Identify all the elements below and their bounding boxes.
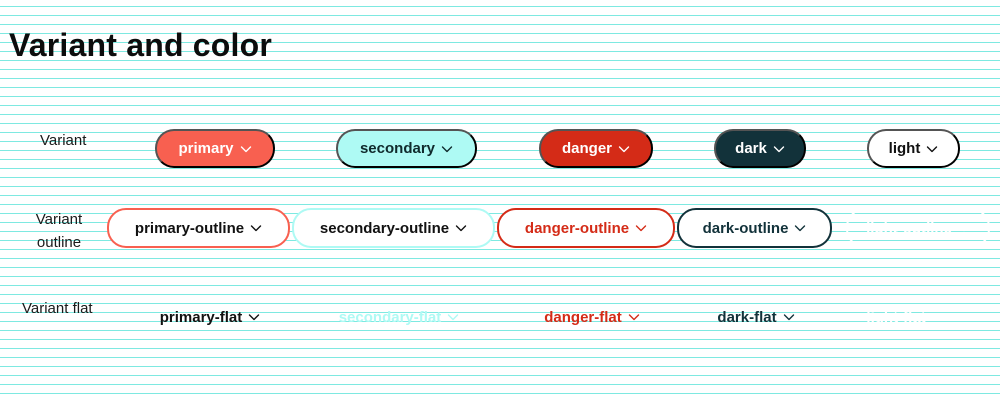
- secondary-flat-dropdown-button[interactable]: secondary-flat: [330, 304, 468, 330]
- chevron-down-icon: [932, 311, 944, 323]
- page-title: Variant and color: [9, 27, 273, 63]
- danger-flat-dropdown-button[interactable]: danger-flat: [530, 304, 654, 330]
- primary-dropdown-button[interactable]: primary: [155, 129, 275, 168]
- chevron-down-icon: [240, 143, 252, 155]
- chevron-down-icon: [926, 143, 938, 155]
- button-label: secondary-flat: [338, 308, 442, 326]
- chevron-down-icon: [441, 143, 453, 155]
- chevron-down-icon: [455, 222, 467, 234]
- button-label: dark: [735, 140, 767, 157]
- dark-flat-dropdown-button[interactable]: dark-flat: [706, 304, 806, 330]
- button-label: secondary-outline: [319, 219, 450, 237]
- chevron-down-icon: [783, 311, 795, 323]
- row-label-variant: Variant: [40, 132, 87, 149]
- chevron-down-icon: [250, 222, 262, 234]
- chevron-down-icon: [618, 143, 630, 155]
- button-label: secondary: [359, 140, 436, 157]
- danger-outline-dropdown-button[interactable]: danger-outline: [497, 208, 675, 248]
- row-label-variant-flat: Variant flat: [22, 300, 93, 317]
- primary-flat-dropdown-button[interactable]: primary-flat: [145, 304, 275, 330]
- light-outline-dropdown-button[interactable]: light-outline: [846, 208, 990, 248]
- chevron-down-icon: [958, 222, 970, 234]
- button-label: light-outline: [866, 219, 952, 237]
- chevron-down-icon: [628, 311, 640, 323]
- button-label: light-flat: [866, 308, 926, 326]
- button-label: danger-flat: [544, 308, 622, 326]
- button-label: primary: [178, 140, 234, 157]
- primary-outline-dropdown-button[interactable]: primary-outline: [107, 208, 290, 248]
- button-label: light: [888, 140, 921, 157]
- chevron-down-icon: [447, 311, 459, 323]
- button-label: primary-outline: [134, 219, 245, 237]
- danger-dropdown-button[interactable]: danger: [539, 129, 653, 168]
- button-label: dark-outline: [702, 219, 789, 237]
- dark-dropdown-button[interactable]: dark: [714, 129, 806, 168]
- chevron-down-icon: [794, 222, 806, 234]
- chevron-down-icon: [635, 222, 647, 234]
- secondary-dropdown-button[interactable]: secondary: [336, 129, 477, 168]
- dark-outline-dropdown-button[interactable]: dark-outline: [677, 208, 832, 248]
- light-flat-dropdown-button[interactable]: light-flat: [861, 304, 949, 330]
- button-label: primary-flat: [159, 308, 243, 326]
- button-label: danger-outline: [524, 219, 630, 237]
- row-label-variant-outline: Variant outline: [35, 211, 83, 251]
- light-dropdown-button[interactable]: light: [867, 129, 960, 168]
- chevron-down-icon: [773, 143, 785, 155]
- secondary-outline-dropdown-button[interactable]: secondary-outline: [292, 208, 495, 248]
- chevron-down-icon: [248, 311, 260, 323]
- button-label: dark-flat: [717, 308, 777, 326]
- button-label: danger: [561, 140, 612, 157]
